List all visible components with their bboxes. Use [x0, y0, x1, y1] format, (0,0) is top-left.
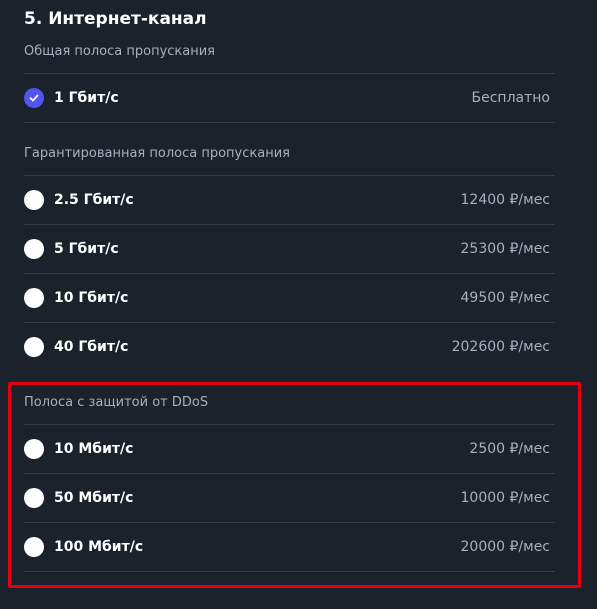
divider	[24, 122, 555, 123]
radio-button[interactable]	[24, 239, 44, 259]
option-row-2-5gbit[interactable]: 2.5 Гбит/с 12400 ₽/мес	[24, 176, 555, 224]
option-row-100mbit[interactable]: 100 Мбит/с 20000 ₽/мес	[24, 523, 555, 571]
option-price: Бесплатно	[471, 90, 550, 106]
radio-selected[interactable]	[24, 88, 44, 108]
option-label: 10 Гбит/с	[54, 290, 129, 306]
option-label: 40 Гбит/с	[54, 339, 129, 355]
radio-button[interactable]	[24, 537, 44, 557]
option-label: 1 Гбит/с	[54, 90, 119, 106]
radio-button[interactable]	[24, 288, 44, 308]
group-label-guaranteed: Гарантированная полоса пропускания	[24, 146, 290, 161]
option-row-5gbit[interactable]: 5 Гбит/с 25300 ₽/мес	[24, 225, 555, 273]
radio-button[interactable]	[24, 337, 44, 357]
option-price: 25300 ₽/мес	[460, 241, 550, 257]
option-price: 49500 ₽/мес	[460, 290, 550, 306]
group-label-ddos: Полоса с защитой от DDoS	[24, 395, 209, 410]
option-price: 2500 ₽/мес	[469, 441, 550, 457]
group-label-shared: Общая полоса пропускания	[24, 44, 216, 59]
option-label: 5 Гбит/с	[54, 241, 119, 257]
radio-button[interactable]	[24, 190, 44, 210]
option-label: 50 Мбит/с	[54, 490, 134, 506]
option-label: 100 Мбит/с	[54, 539, 144, 555]
option-price: 20000 ₽/мес	[460, 539, 550, 555]
option-row-40gbit[interactable]: 40 Гбит/с 202600 ₽/мес	[24, 323, 555, 371]
radio-button[interactable]	[24, 439, 44, 459]
option-price: 202600 ₽/мес	[451, 339, 550, 355]
option-price: 10000 ₽/мес	[460, 490, 550, 506]
option-label: 10 Мбит/с	[54, 441, 134, 457]
option-label: 2.5 Гбит/с	[54, 192, 134, 208]
divider	[24, 571, 555, 572]
radio-button[interactable]	[24, 488, 44, 508]
option-row-50mbit[interactable]: 50 Мбит/с 10000 ₽/мес	[24, 474, 555, 522]
option-price: 12400 ₽/мес	[460, 192, 550, 208]
option-row-10mbit[interactable]: 10 Мбит/с 2500 ₽/мес	[24, 425, 555, 473]
section-title: 5. Интернет-канал	[24, 9, 207, 29]
option-row-1gbit[interactable]: 1 Гбит/с Бесплатно	[24, 74, 555, 122]
option-row-10gbit[interactable]: 10 Гбит/с 49500 ₽/мес	[24, 274, 555, 322]
check-icon	[29, 94, 39, 102]
